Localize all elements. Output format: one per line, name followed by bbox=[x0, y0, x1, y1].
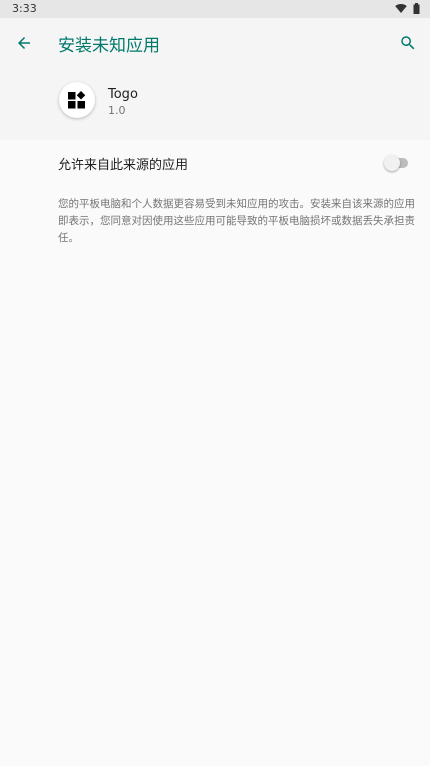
allow-source-setting[interactable]: 允许来自此来源的应用 bbox=[0, 140, 430, 186]
app-version: 1.0 bbox=[108, 104, 126, 117]
status-bar: 3:33 bbox=[0, 0, 430, 18]
page-title: 安装未知应用 bbox=[58, 36, 160, 56]
app-name: Togo bbox=[108, 87, 138, 102]
back-button[interactable] bbox=[8, 27, 40, 59]
app-header: Togo 1.0 bbox=[0, 68, 430, 140]
battery-icon bbox=[413, 3, 420, 14]
app-icon bbox=[59, 82, 95, 118]
arrow-back-icon bbox=[18, 37, 30, 49]
widgets-icon bbox=[68, 90, 86, 109]
wifi-icon bbox=[395, 4, 407, 13]
toggle-thumb bbox=[384, 155, 400, 171]
status-icons bbox=[395, 3, 420, 14]
warning-text: 您的平板电脑和个人数据更容易受到未知应用的攻击。安装来自该来源的应用即表示，您同… bbox=[58, 198, 415, 244]
search-icon bbox=[401, 36, 415, 50]
app-bar: 安装未知应用 bbox=[0, 18, 430, 68]
allow-source-toggle[interactable] bbox=[384, 155, 408, 171]
search-button[interactable] bbox=[392, 27, 424, 59]
allow-source-label: 允许来自此来源的应用 bbox=[58, 158, 189, 173]
status-time: 3:33 bbox=[12, 2, 37, 15]
